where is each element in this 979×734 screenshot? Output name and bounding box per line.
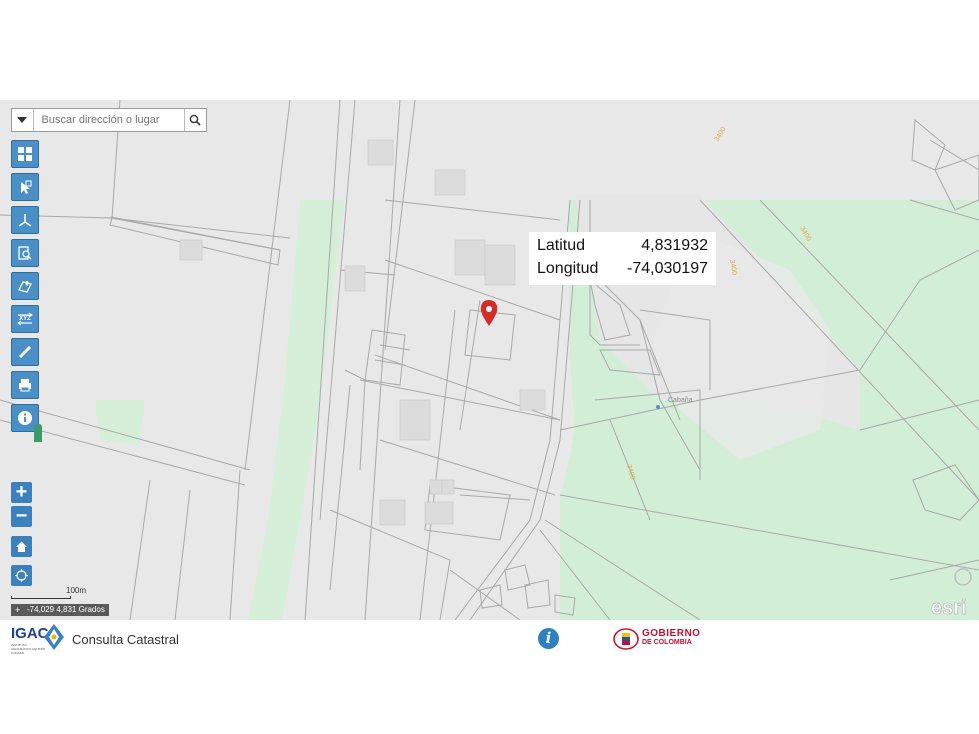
ruler-icon	[19, 346, 31, 358]
place-icon	[656, 405, 660, 409]
search-parcel-button[interactable]	[11, 239, 39, 267]
longitude-label: Longitud	[537, 260, 599, 277]
app-title: Consulta Catastral	[72, 632, 179, 647]
footer-bar: IGAC INSTITUTO GEOGRÁFICO AGUSTÍN CODAZZ…	[0, 620, 979, 656]
search-box	[11, 108, 207, 132]
svg-text:esri: esri	[931, 597, 967, 619]
chevron-down-icon	[17, 117, 28, 123]
xyz-label: XYZ	[19, 316, 31, 322]
coordinate-readout: + -74,029 4,831 Grados	[11, 604, 109, 616]
xyz-converter-button[interactable]: XYZ	[11, 305, 39, 333]
search-button[interactable]	[183, 109, 206, 131]
latitude-label: Latitud	[537, 237, 586, 254]
info-icon	[18, 411, 32, 425]
igac-emblem-icon	[44, 624, 64, 650]
gov-line2: DE COLOMBIA	[642, 639, 692, 646]
zoom-in-button[interactable]: +	[11, 482, 32, 503]
locator-tag-icon	[34, 424, 42, 442]
zoom-out-button[interactable]: −	[11, 506, 32, 527]
home-icon	[16, 541, 27, 552]
locate-point-button[interactable]	[11, 272, 39, 300]
identify-button[interactable]	[11, 173, 39, 201]
scale-label: 100m	[66, 586, 87, 595]
pointer-icon	[21, 180, 32, 194]
grid-icon	[18, 147, 32, 161]
home-button[interactable]	[11, 536, 32, 557]
map-pin-icon	[18, 281, 32, 293]
basemap[interactable]: 3400 3400 3400 3400 Cabaña esri	[0, 100, 979, 620]
map-view[interactable]: 3400 3400 3400 3400 Cabaña esri	[0, 100, 979, 620]
search-input[interactable]	[33, 109, 184, 131]
colombia-shield-icon	[613, 628, 639, 650]
axes-icon	[18, 214, 32, 227]
search-source-dropdown[interactable]	[12, 109, 34, 131]
info-help-button[interactable]: i	[538, 628, 559, 649]
print-button[interactable]	[11, 371, 39, 399]
coordinates-button[interactable]	[11, 206, 39, 234]
search-icon	[189, 114, 201, 126]
printer-icon	[19, 379, 31, 392]
measure-button[interactable]	[11, 338, 39, 366]
gov-line1: GOBIERNO	[642, 628, 701, 639]
igac-logo: IGAC INSTITUTO GEOGRÁFICO AGUSTÍN CODAZZ…	[11, 625, 49, 655]
place-label: Cabaña	[668, 397, 693, 404]
magnifier-document-icon	[18, 246, 32, 260]
locate-me-button[interactable]	[11, 565, 32, 586]
coordinate-popup: Latitud 4,831932 Longitud -74,030197	[529, 232, 716, 285]
latitude-value: 4,831932	[641, 237, 708, 254]
crosshair-small-icon: +	[15, 605, 21, 615]
longitude-value: -74,030197	[627, 260, 708, 277]
crosshair-icon	[15, 569, 28, 582]
basemap-gallery-button[interactable]	[11, 140, 39, 168]
